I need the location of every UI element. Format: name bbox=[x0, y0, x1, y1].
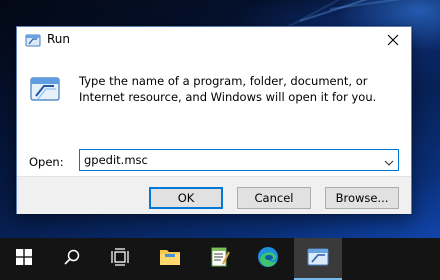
windows-logo-icon bbox=[16, 249, 32, 269]
open-input[interactable] bbox=[84, 152, 370, 168]
open-label: Open: bbox=[29, 155, 64, 169]
edge-icon bbox=[257, 246, 279, 272]
start-button[interactable] bbox=[0, 238, 48, 280]
dropdown-button[interactable] bbox=[380, 150, 398, 170]
close-button[interactable] bbox=[375, 27, 411, 53]
run-icon bbox=[25, 33, 41, 47]
run-taskbar-button[interactable] bbox=[294, 238, 342, 280]
dialog-content: Type the name of a program, folder, docu… bbox=[17, 53, 411, 176]
dialog-title: Run bbox=[47, 32, 71, 46]
run-dialog: Run Type the name of a program, folder, … bbox=[16, 26, 412, 214]
search-icon bbox=[63, 248, 81, 270]
taskbar bbox=[0, 238, 440, 280]
chevron-down-icon bbox=[384, 151, 394, 170]
notepad-button[interactable] bbox=[196, 238, 244, 280]
close-icon bbox=[387, 31, 399, 50]
browse-button[interactable]: Browse... bbox=[325, 187, 399, 209]
title-bar[interactable]: Run bbox=[17, 27, 411, 53]
task-view-icon bbox=[111, 248, 129, 270]
task-view-button[interactable] bbox=[96, 238, 144, 280]
open-combobox[interactable] bbox=[79, 149, 399, 171]
file-explorer-button[interactable] bbox=[146, 238, 194, 280]
ok-button[interactable]: OK bbox=[149, 187, 223, 209]
search-button[interactable] bbox=[48, 238, 96, 280]
wallpaper-light-ray bbox=[329, 0, 440, 10]
cancel-button[interactable]: Cancel bbox=[237, 187, 311, 209]
run-icon bbox=[307, 248, 329, 270]
description-text: Type the name of a program, folder, docu… bbox=[79, 74, 377, 104]
run-program-icon bbox=[29, 75, 61, 103]
edge-button[interactable] bbox=[244, 238, 292, 280]
notepad-icon bbox=[210, 246, 230, 272]
button-bar: OK Cancel Browse... bbox=[17, 176, 411, 214]
folder-icon bbox=[159, 247, 181, 271]
